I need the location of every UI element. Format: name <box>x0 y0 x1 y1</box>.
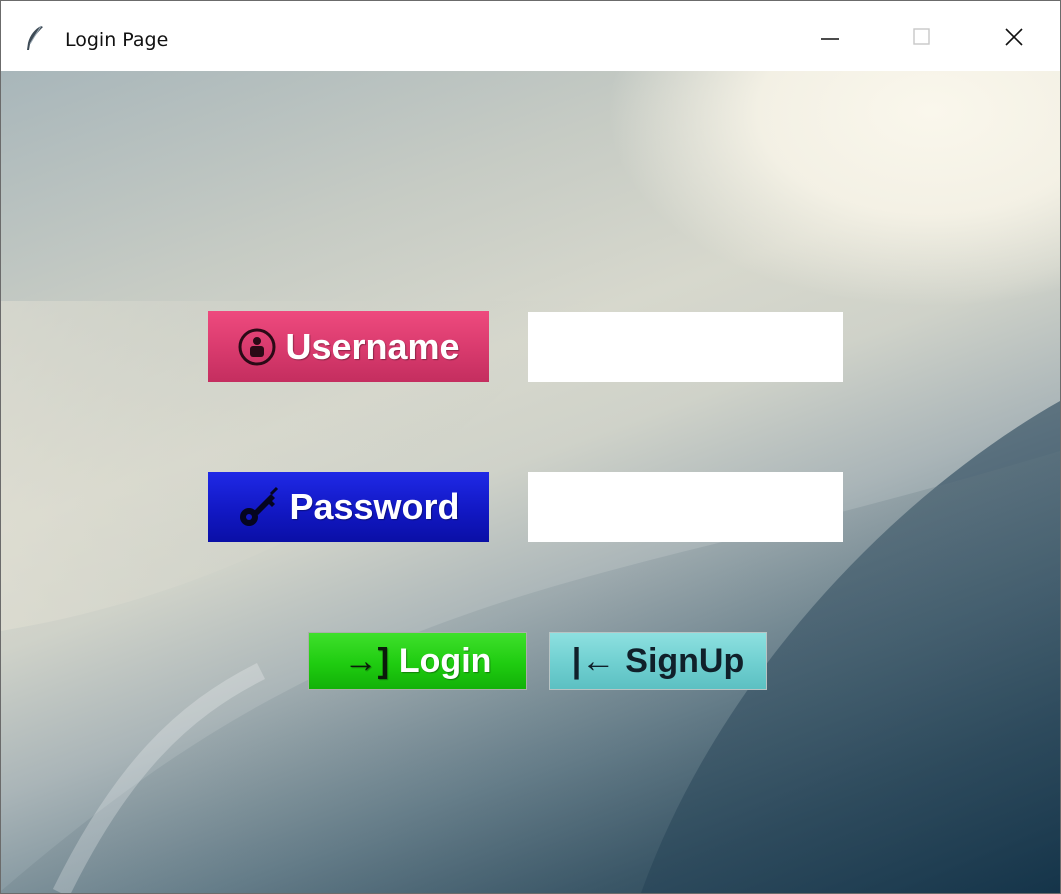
feather-icon <box>27 25 43 50</box>
key-icon <box>240 486 279 526</box>
enter-arrow-icon: →] <box>343 641 389 680</box>
maximize-icon <box>913 28 930 45</box>
maximize-button[interactable] <box>881 1 973 71</box>
user-circle-icon <box>238 328 276 365</box>
login-window: Login Page Username Password →] Login |←… <box>0 0 1061 894</box>
username-label: Username <box>208 311 489 382</box>
username-label-text: Username <box>285 325 460 367</box>
password-input[interactable] <box>528 472 843 542</box>
title-bar[interactable]: Login Page <box>1 1 1060 71</box>
signup-button[interactable]: |← SignUp <box>549 632 767 690</box>
window-title: Login Page <box>65 29 169 51</box>
minimize-icon <box>821 38 839 40</box>
username-input[interactable] <box>528 312 843 382</box>
minimize-button[interactable] <box>789 1 881 71</box>
password-label-text: Password <box>289 486 460 527</box>
login-button[interactable]: →] Login <box>308 632 527 690</box>
login-button-label: Login <box>398 641 492 680</box>
background-image: Username Password →] Login |← SignUp <box>1 71 1060 893</box>
back-arrow-icon: |← <box>571 641 616 680</box>
signup-button-label: SignUp <box>625 641 745 680</box>
close-icon <box>1005 28 1023 46</box>
close-button[interactable] <box>973 1 1060 71</box>
password-label: Password <box>208 472 489 542</box>
